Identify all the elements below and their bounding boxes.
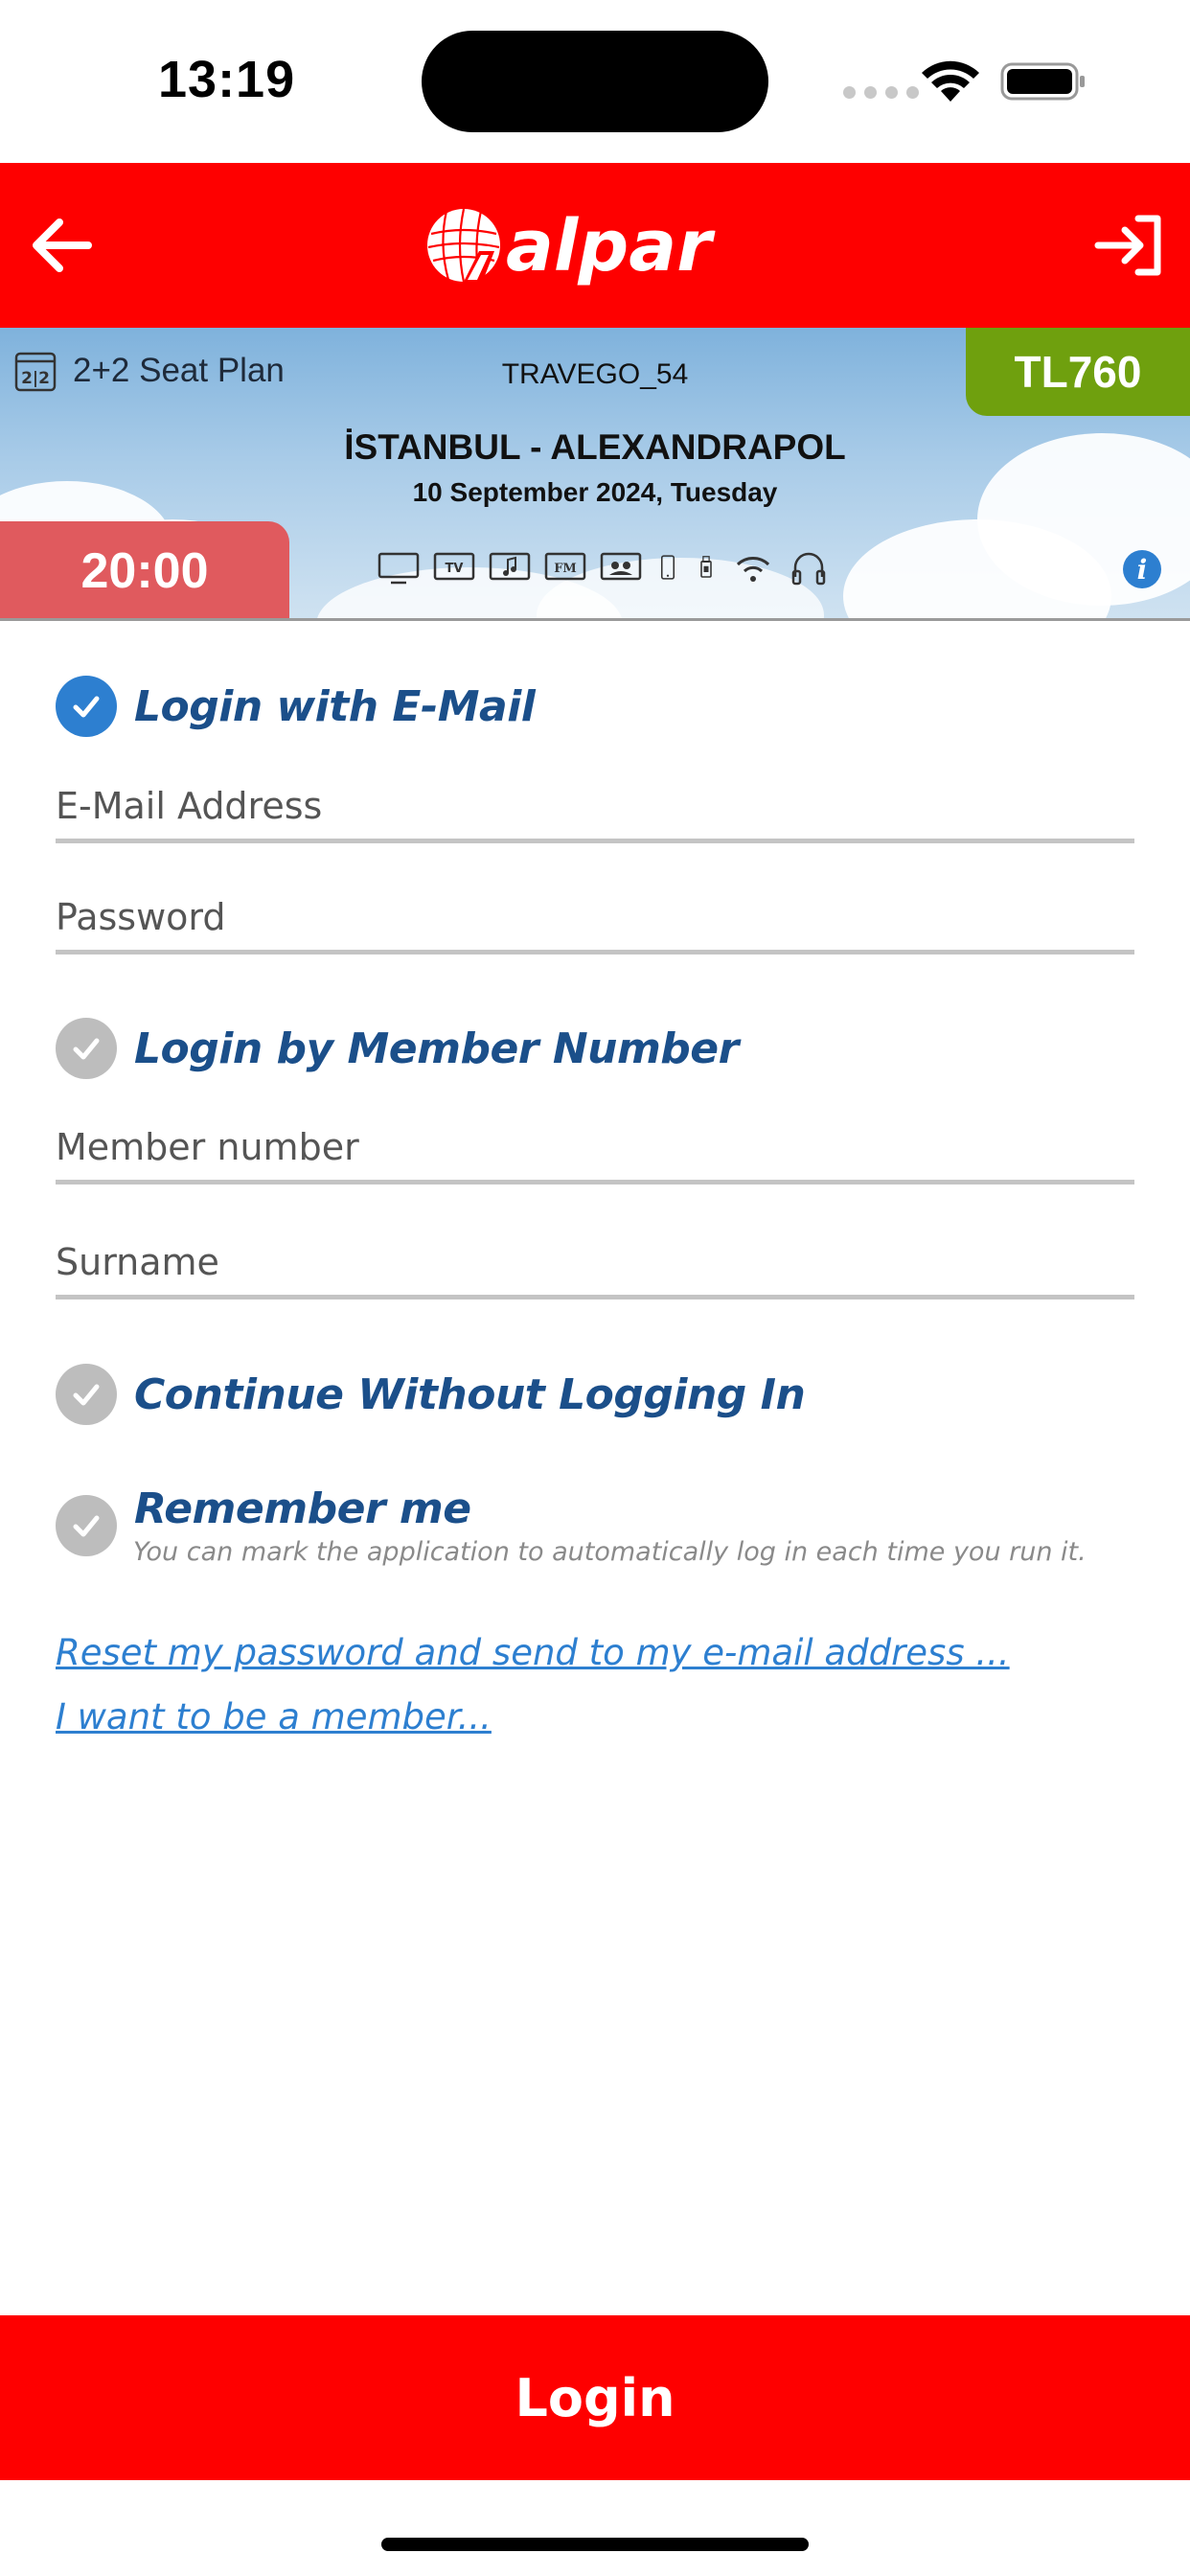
departure-time-badge: 20:00 xyxy=(0,521,289,618)
login-email-label: Login with E-Mail xyxy=(134,681,536,731)
check-circle-icon[interactable] xyxy=(56,1018,117,1079)
trip-date: 10 September 2024, Tuesday xyxy=(412,477,778,507)
amenities-list: TV FM xyxy=(376,548,832,586)
become-member-link[interactable]: I want to be a member... xyxy=(56,1696,492,1737)
music-icon xyxy=(489,552,531,581)
app-header: alpar xyxy=(0,163,1190,328)
checkmark-icon xyxy=(73,1038,100,1060)
email-field-container xyxy=(56,763,1134,843)
tv-group-icon xyxy=(600,552,642,581)
route-title: İSTANBUL - ALEXANDRAPOL xyxy=(344,427,846,467)
password-input[interactable] xyxy=(56,874,1134,950)
usb-icon xyxy=(700,556,712,578)
back-arrow-icon[interactable] xyxy=(21,205,102,286)
surname-field-container xyxy=(56,1219,1134,1300)
fm-radio-icon: FM xyxy=(544,552,586,581)
check-circle-icon[interactable] xyxy=(56,1495,117,1556)
trip-banner: 2|2 2+2 Seat Plan TRAVEGO_54 İSTANBUL - … xyxy=(0,328,1190,621)
login-member-option[interactable]: Login by Member Number xyxy=(56,1018,739,1079)
reset-password-link[interactable]: Reset my password and send to my e-mail … xyxy=(56,1632,1010,1673)
remember-me-label: Remember me xyxy=(134,1484,471,1533)
login-button[interactable]: Login xyxy=(0,2315,1190,2480)
wifi-icon xyxy=(736,557,770,582)
status-bar: 13:19 xyxy=(0,0,1190,163)
sign-in-icon[interactable] xyxy=(1090,205,1171,286)
info-icon[interactable]: i xyxy=(1123,550,1161,588)
checkmark-icon xyxy=(73,1384,100,1406)
remember-me-hint: You can mark the application to automati… xyxy=(133,1537,1087,1567)
guest-option[interactable]: Continue Without Logging In xyxy=(56,1364,806,1425)
login-email-option[interactable]: Login with E-Mail xyxy=(56,676,536,737)
email-input[interactable] xyxy=(56,763,1134,839)
battery-icon xyxy=(1000,62,1085,101)
member-number-input[interactable] xyxy=(56,1104,1134,1180)
password-field-container xyxy=(56,874,1134,954)
price-badge: TL760 xyxy=(966,328,1190,416)
headphones-icon xyxy=(791,552,826,586)
phone-icon xyxy=(660,555,675,580)
surname-input[interactable] xyxy=(56,1219,1134,1295)
login-member-label: Login by Member Number xyxy=(134,1024,739,1073)
wifi-status-icon xyxy=(922,60,979,102)
tv-icon: TV xyxy=(433,552,475,581)
member-number-field-container xyxy=(56,1104,1134,1184)
monitor-icon xyxy=(378,552,420,585)
checkmark-icon xyxy=(73,696,100,718)
checkmark-icon xyxy=(73,1515,100,1537)
alpar-logo: alpar xyxy=(427,205,716,288)
tv-icon-label: TV xyxy=(446,562,464,576)
status-time: 13:19 xyxy=(158,51,296,108)
check-circle-icon[interactable] xyxy=(56,676,117,737)
cellular-signal-icon xyxy=(843,86,919,99)
svg-text:alpar: alpar xyxy=(506,205,716,288)
check-circle-icon[interactable] xyxy=(56,1364,117,1425)
fm-icon-label: FM xyxy=(554,562,577,576)
home-indicator[interactable] xyxy=(381,2538,809,2551)
guest-option-label: Continue Without Logging In xyxy=(134,1369,806,1419)
dynamic-island xyxy=(422,31,768,132)
